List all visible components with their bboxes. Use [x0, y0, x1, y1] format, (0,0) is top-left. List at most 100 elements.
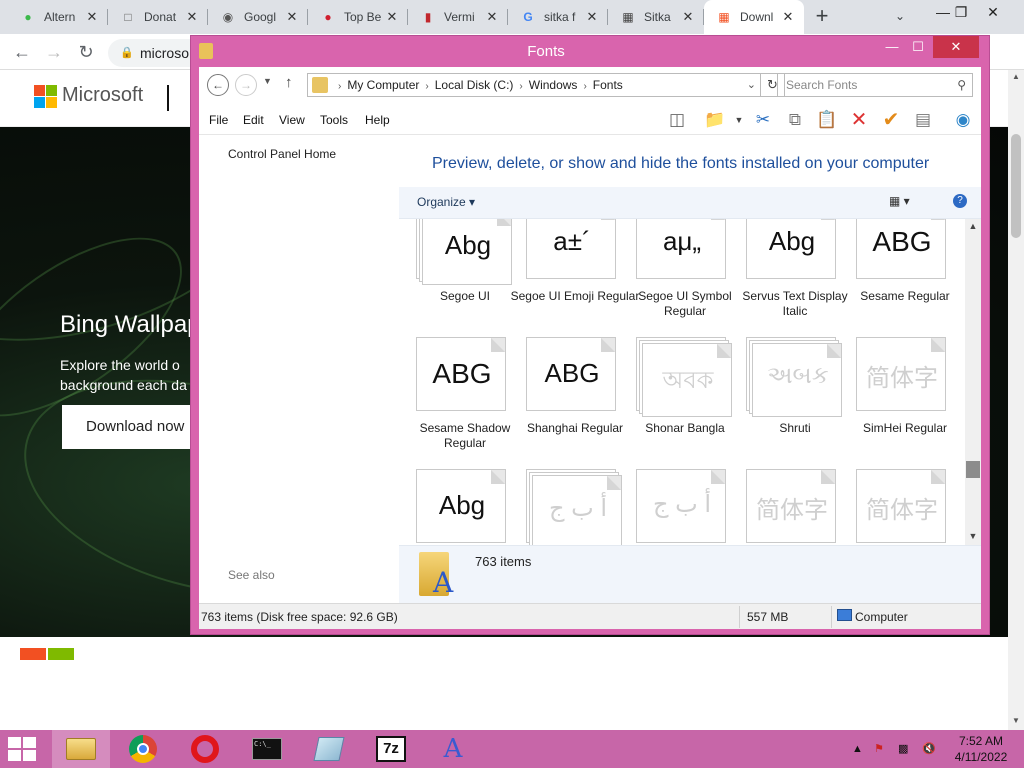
close-tab-icon[interactable]: ✕ — [680, 9, 696, 25]
page-scrollbar[interactable]: ▲ ▼ — [1008, 70, 1024, 730]
scroll-up-icon[interactable]: ▲ — [1008, 72, 1024, 81]
show-hidden-icons-icon[interactable]: ▲ — [852, 730, 863, 768]
organize-button[interactable]: Organize ▾ — [417, 195, 475, 209]
breadcrumb-separator-icon[interactable]: › — [519, 81, 522, 92]
site-brand[interactable]: Microsoft — [62, 84, 143, 107]
close-tab-icon[interactable]: ✕ — [284, 9, 300, 25]
breadcrumb-item[interactable]: Fonts — [593, 78, 623, 92]
recent-locations-icon[interactable]: ▼ — [263, 76, 272, 86]
font-item[interactable]: 简体字SimSun Regular — [729, 469, 839, 545]
folder-options-icon[interactable]: 📁 — [703, 108, 727, 132]
copy-icon[interactable]: ⧉ — [783, 108, 807, 132]
breadcrumb-separator-icon[interactable]: › — [425, 81, 428, 92]
close-tab-icon[interactable]: ✕ — [780, 9, 796, 25]
cut-icon[interactable]: ✂ — [751, 108, 775, 132]
font-item[interactable]: AbgSimpleLife — [399, 469, 509, 545]
change-view-icon[interactable]: ▦ ▾ — [889, 194, 910, 208]
properties-check-icon[interactable]: ✔ — [879, 108, 903, 132]
reload-icon[interactable]: ↻ — [72, 38, 100, 66]
forward-icon[interactable]: → — [235, 74, 257, 96]
font-item[interactable]: 简体字 SimHei Regular — [839, 337, 949, 469]
browser-tab[interactable]: ● Altern ✕ — [8, 0, 108, 34]
window-titlebar[interactable]: Fonts — ☐ ✕ — [191, 36, 989, 66]
close-tab-icon[interactable]: ✕ — [84, 9, 100, 25]
browser-tab[interactable]: Gsitka f ✕ — [508, 0, 608, 34]
new-tab-button[interactable]: + — [808, 2, 836, 30]
explorer-address-bar[interactable]: › My Computer › Local Disk (C:) › Windows › Fon… — [307, 73, 761, 97]
address-dropdown-icon[interactable]: ⌄ — [747, 74, 756, 96]
browser-tab[interactable]: ▦ Downl ✕ — [704, 0, 804, 34]
breadcrumb-separator-icon[interactable]: › — [583, 81, 586, 92]
scroll-down-icon[interactable]: ▼ — [965, 531, 981, 541]
font-item[interactable]: Abg Segoe UI — [399, 219, 512, 337]
font-item[interactable]: অবক Shonar Bangla — [619, 337, 732, 469]
browser-tab[interactable]: ◉ Googl ✕ — [208, 0, 308, 34]
minimize-button[interactable]: — — [879, 36, 905, 58]
close-tab-icon[interactable]: ✕ — [384, 9, 400, 25]
browser-tab[interactable]: ▦ Sitka ✕ — [608, 0, 704, 34]
close-tab-icon[interactable]: ✕ — [484, 9, 500, 25]
preview-pane-icon[interactable]: ◫ — [665, 108, 689, 132]
back-icon[interactable]: ← — [207, 74, 229, 96]
font-item[interactable]: أ ب جSimplified Arabic — [509, 469, 622, 545]
clock[interactable]: 7:52 AM 4/11/2022 — [950, 733, 1012, 765]
globe-icon[interactable]: ◉ — [951, 108, 975, 132]
font-item[interactable]: ABG Shanghai Regular — [509, 337, 623, 469]
restore-window-button[interactable]: ❐ — [944, 0, 978, 26]
menu-tools[interactable]: Tools — [320, 113, 348, 127]
breadcrumb-item[interactable]: My Computer — [347, 78, 419, 92]
rename-icon[interactable]: ▤ — [911, 108, 935, 132]
close-tab-icon[interactable]: ✕ — [584, 9, 600, 25]
menu-help[interactable]: Help — [365, 113, 390, 127]
menu-edit[interactable]: Edit — [243, 113, 264, 127]
scrollbar-thumb[interactable] — [1011, 134, 1021, 238]
browser-tab[interactable]: □ Donat ✕ — [108, 0, 208, 34]
browser-tab[interactable]: ● Top Be ✕ — [308, 0, 408, 34]
fonts-scrollbar[interactable]: ▲ ▼ — [965, 219, 981, 545]
back-icon[interactable]: ← — [8, 38, 36, 66]
menu-file[interactable]: File — [209, 113, 228, 127]
file-explorer-icon[interactable] — [52, 730, 110, 768]
font-item[interactable]: أ ب جSimplified Arabic — [619, 469, 729, 545]
scroll-up-icon[interactable]: ▲ — [965, 221, 981, 231]
close-tab-icon[interactable]: ✕ — [184, 9, 200, 25]
font-item[interactable]: ABG Sesame Regular — [839, 219, 950, 337]
breadcrumb-separator-icon[interactable]: › — [338, 81, 341, 92]
tab-search-icon[interactable]: ⌄ — [888, 2, 912, 30]
breadcrumb-item[interactable]: Local Disk (C:) — [435, 78, 514, 92]
maximize-button[interactable]: ☐ — [905, 36, 931, 58]
font-item[interactable]: a±´ Segoe UI Emoji Regular — [509, 219, 639, 337]
close-button[interactable]: ✕ — [933, 36, 979, 58]
paste-icon[interactable]: 📋 — [815, 108, 839, 132]
help-icon[interactable]: ? — [953, 194, 967, 208]
search-fonts-input[interactable]: Search Fonts ⚲ — [777, 73, 973, 97]
breadcrumb-item[interactable]: Windows — [529, 78, 578, 92]
font-item[interactable]: 简体字SimSun-ExtB — [839, 469, 949, 545]
scroll-down-icon[interactable]: ▼ — [1008, 716, 1024, 725]
control-panel-home-link[interactable]: Control Panel Home — [228, 147, 336, 161]
browser-tab[interactable]: ▮ Vermi ✕ — [408, 0, 508, 34]
start-button[interactable] — [8, 737, 38, 761]
font-item[interactable]: અબક Shruti — [729, 337, 842, 469]
delete-icon[interactable]: ✕ — [847, 108, 871, 132]
font-item[interactable]: Abg Servus Text Display Italic — [729, 219, 848, 337]
close-window-button[interactable]: ✕ — [976, 0, 1010, 26]
opera-icon[interactable] — [176, 730, 234, 768]
fonts-icon[interactable]: A — [424, 730, 482, 768]
menu-view[interactable]: View — [279, 113, 305, 127]
scrollbar-thumb[interactable] — [966, 461, 980, 478]
font-item[interactable]: ABG Sesame Shadow Regular — [399, 337, 510, 469]
download-button[interactable]: Download now — [62, 405, 202, 449]
command-prompt-icon[interactable]: C:\_ — [238, 730, 296, 768]
font-item[interactable]: aμ„ Segoe UI Symbol Regular — [619, 219, 732, 337]
network-icon[interactable]: ▩ — [898, 730, 908, 768]
volume-muted-icon[interactable]: 🔇 — [922, 730, 936, 768]
up-icon[interactable]: ↑ — [285, 74, 293, 91]
forward-icon[interactable]: → — [40, 38, 68, 66]
action-center-icon[interactable]: ⚑ — [874, 730, 884, 768]
microsoft-logo-icon[interactable] — [34, 85, 57, 108]
dropdown-icon[interactable]: ▼ — [727, 108, 751, 132]
chrome-icon[interactable] — [114, 730, 172, 768]
notepad-icon[interactable] — [300, 730, 358, 768]
7zip-icon[interactable]: 7z — [362, 730, 420, 768]
